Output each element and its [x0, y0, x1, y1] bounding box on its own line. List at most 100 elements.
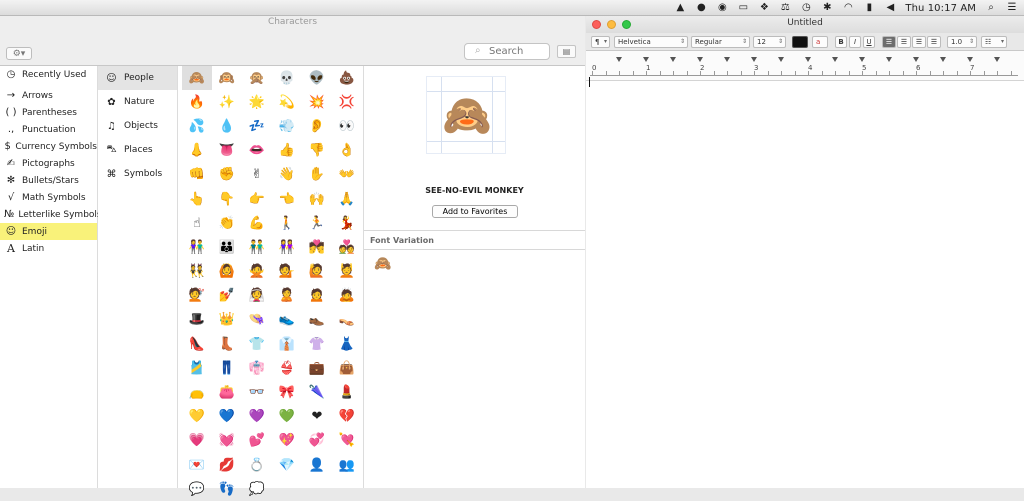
ruler[interactable]: 01234567: [586, 51, 1024, 81]
emoji-cell[interactable]: 🎩: [182, 308, 212, 332]
tab-stop-marker[interactable]: [859, 57, 865, 62]
emoji-cell[interactable]: 👇: [212, 187, 242, 211]
emoji-cell[interactable]: 💄: [332, 380, 362, 404]
tab-stop-marker[interactable]: [697, 57, 703, 62]
emoji-cell[interactable]: 💼: [302, 356, 332, 380]
sync-icon[interactable]: ◉: [716, 3, 728, 13]
emoji-cell[interactable]: 👋: [272, 163, 302, 187]
emoji-cell[interactable]: 💙: [212, 405, 242, 429]
emoji-cell[interactable]: 🌂: [302, 380, 332, 404]
category-math-symbols[interactable]: √ Math Symbols: [0, 189, 97, 206]
emoji-cell[interactable]: 👟: [272, 308, 302, 332]
align-right-button[interactable]: ☰: [912, 36, 926, 48]
category-latin[interactable]: A Latin: [0, 240, 97, 257]
emoji-cell[interactable]: 💭: [242, 477, 272, 501]
emoji-cell[interactable]: 💦: [182, 114, 212, 138]
emoji-cell[interactable]: 👝: [182, 380, 212, 404]
italic-button[interactable]: I: [849, 36, 861, 48]
emoji-cell[interactable]: 👽: [302, 66, 332, 90]
emoji-cell[interactable]: ✌: [242, 163, 272, 187]
emoji-cell[interactable]: 🏃: [302, 211, 332, 235]
category-bullets-stars[interactable]: ✻ Bullets/Stars: [0, 172, 97, 189]
emoji-cell[interactable]: 💪: [242, 211, 272, 235]
emoji-cell[interactable]: 👊: [182, 163, 212, 187]
battery-icon[interactable]: ▮: [863, 3, 875, 13]
align-left-button[interactable]: ☰: [882, 36, 896, 48]
menu-clock[interactable]: Thu 10:17 AM: [905, 3, 976, 14]
add-to-favorites-button[interactable]: Add to Favorites: [432, 205, 518, 218]
emoji-cell[interactable]: 👉: [242, 187, 272, 211]
search-input[interactable]: [489, 45, 547, 58]
emoji-cell[interactable]: 👎: [302, 139, 332, 163]
emoji-cell[interactable]: 👭: [272, 235, 302, 259]
emoji-cell[interactable]: 👣: [212, 477, 242, 501]
emoji-cell[interactable]: 👰: [242, 284, 272, 308]
font-size-combo[interactable]: 12 ⇕: [753, 36, 786, 48]
tab-stop-marker[interactable]: [940, 57, 946, 62]
tab-stop-marker[interactable]: [670, 57, 676, 62]
emoji-cell[interactable]: 👐: [332, 163, 362, 187]
subcategory-objects[interactable]: ♫ Objects: [98, 114, 177, 138]
emoji-cell[interactable]: 👫: [182, 235, 212, 259]
emoji-cell[interactable]: 💏: [302, 235, 332, 259]
emoji-cell[interactable]: 👔: [272, 332, 302, 356]
emoji-cell[interactable]: 💔: [332, 405, 362, 429]
emoji-cell[interactable]: 🙊: [242, 66, 272, 90]
emoji-cell[interactable]: 💤: [242, 114, 272, 138]
tab-stop-marker[interactable]: [994, 57, 1000, 62]
emoji-cell[interactable]: 💩: [332, 66, 362, 90]
category-emoji[interactable]: ☺ Emoji: [0, 223, 97, 240]
emoji-cell[interactable]: 👪: [212, 235, 242, 259]
emoji-cell[interactable]: 🙎: [272, 284, 302, 308]
emoji-cell[interactable]: 💍: [242, 453, 272, 477]
emoji-cell[interactable]: 👜: [332, 356, 362, 380]
emoji-cell[interactable]: 💛: [182, 405, 212, 429]
subcategory-symbols[interactable]: ⌘ Symbols: [98, 162, 177, 186]
emoji-cell[interactable]: 💌: [182, 453, 212, 477]
tab-stop-marker[interactable]: [616, 57, 622, 62]
emoji-cell[interactable]: 🙉: [212, 66, 242, 90]
emoji-cell[interactable]: 👓: [242, 380, 272, 404]
emoji-cell[interactable]: 👌: [332, 139, 362, 163]
gear-menu-button[interactable]: ⚙▾: [6, 47, 32, 60]
paragraph-style-popup[interactable]: ¶ ▾: [591, 36, 610, 48]
emoji-cell[interactable]: 👂: [302, 114, 332, 138]
emoji-cell[interactable]: 🚶: [272, 211, 302, 235]
emoji-cell[interactable]: 👙: [272, 356, 302, 380]
subcategory-places[interactable]: ⛍ Places: [98, 138, 177, 162]
emoji-cell[interactable]: 👒: [242, 308, 272, 332]
highlight-color-well[interactable]: a: [812, 36, 828, 48]
emoji-cell[interactable]: 🔥: [182, 90, 212, 114]
wifi-icon[interactable]: ◠: [842, 3, 854, 13]
emoji-cell[interactable]: 💑: [332, 235, 362, 259]
emoji-cell[interactable]: 👘: [242, 356, 272, 380]
emoji-cell[interactable]: 👃: [182, 139, 212, 163]
emoji-cell[interactable]: 💅: [212, 284, 242, 308]
emoji-cell[interactable]: 💫: [272, 90, 302, 114]
emoji-cell[interactable]: 💨: [272, 114, 302, 138]
tab-stop-marker[interactable]: [643, 57, 649, 62]
text-color-well[interactable]: [792, 36, 808, 48]
emoji-cell[interactable]: 🎀: [272, 380, 302, 404]
tab-stop-marker[interactable]: [886, 57, 892, 62]
subcategory-nature[interactable]: ✿ Nature: [98, 90, 177, 114]
search-icon[interactable]: ⌕: [985, 3, 997, 13]
category-parentheses[interactable]: ( ) Parentheses: [0, 104, 97, 121]
emoji-cell[interactable]: 👄: [242, 139, 272, 163]
category-letterlike-symbols[interactable]: № Letterlike Symbols: [0, 206, 102, 223]
emoji-cell[interactable]: 🙌: [302, 187, 332, 211]
emoji-cell[interactable]: 💢: [332, 90, 362, 114]
tab-stop-marker[interactable]: [751, 57, 757, 62]
emoji-cell[interactable]: 🙏: [332, 187, 362, 211]
tab-stop-marker[interactable]: [805, 57, 811, 62]
align-center-button[interactable]: ☰: [897, 36, 911, 48]
emoji-cell[interactable]: 👠: [182, 332, 212, 356]
emoji-cell[interactable]: ☝: [182, 211, 212, 235]
emoji-cell[interactable]: 💁: [272, 260, 302, 284]
emoji-cell[interactable]: 👕: [242, 332, 272, 356]
emoji-cell[interactable]: 👚: [302, 332, 332, 356]
toggle-sidebar-button[interactable]: ▤: [557, 45, 576, 58]
emoji-cell[interactable]: 💕: [242, 429, 272, 453]
emoji-cell[interactable]: 👆: [182, 187, 212, 211]
emoji-cell[interactable]: ❤: [302, 405, 332, 429]
